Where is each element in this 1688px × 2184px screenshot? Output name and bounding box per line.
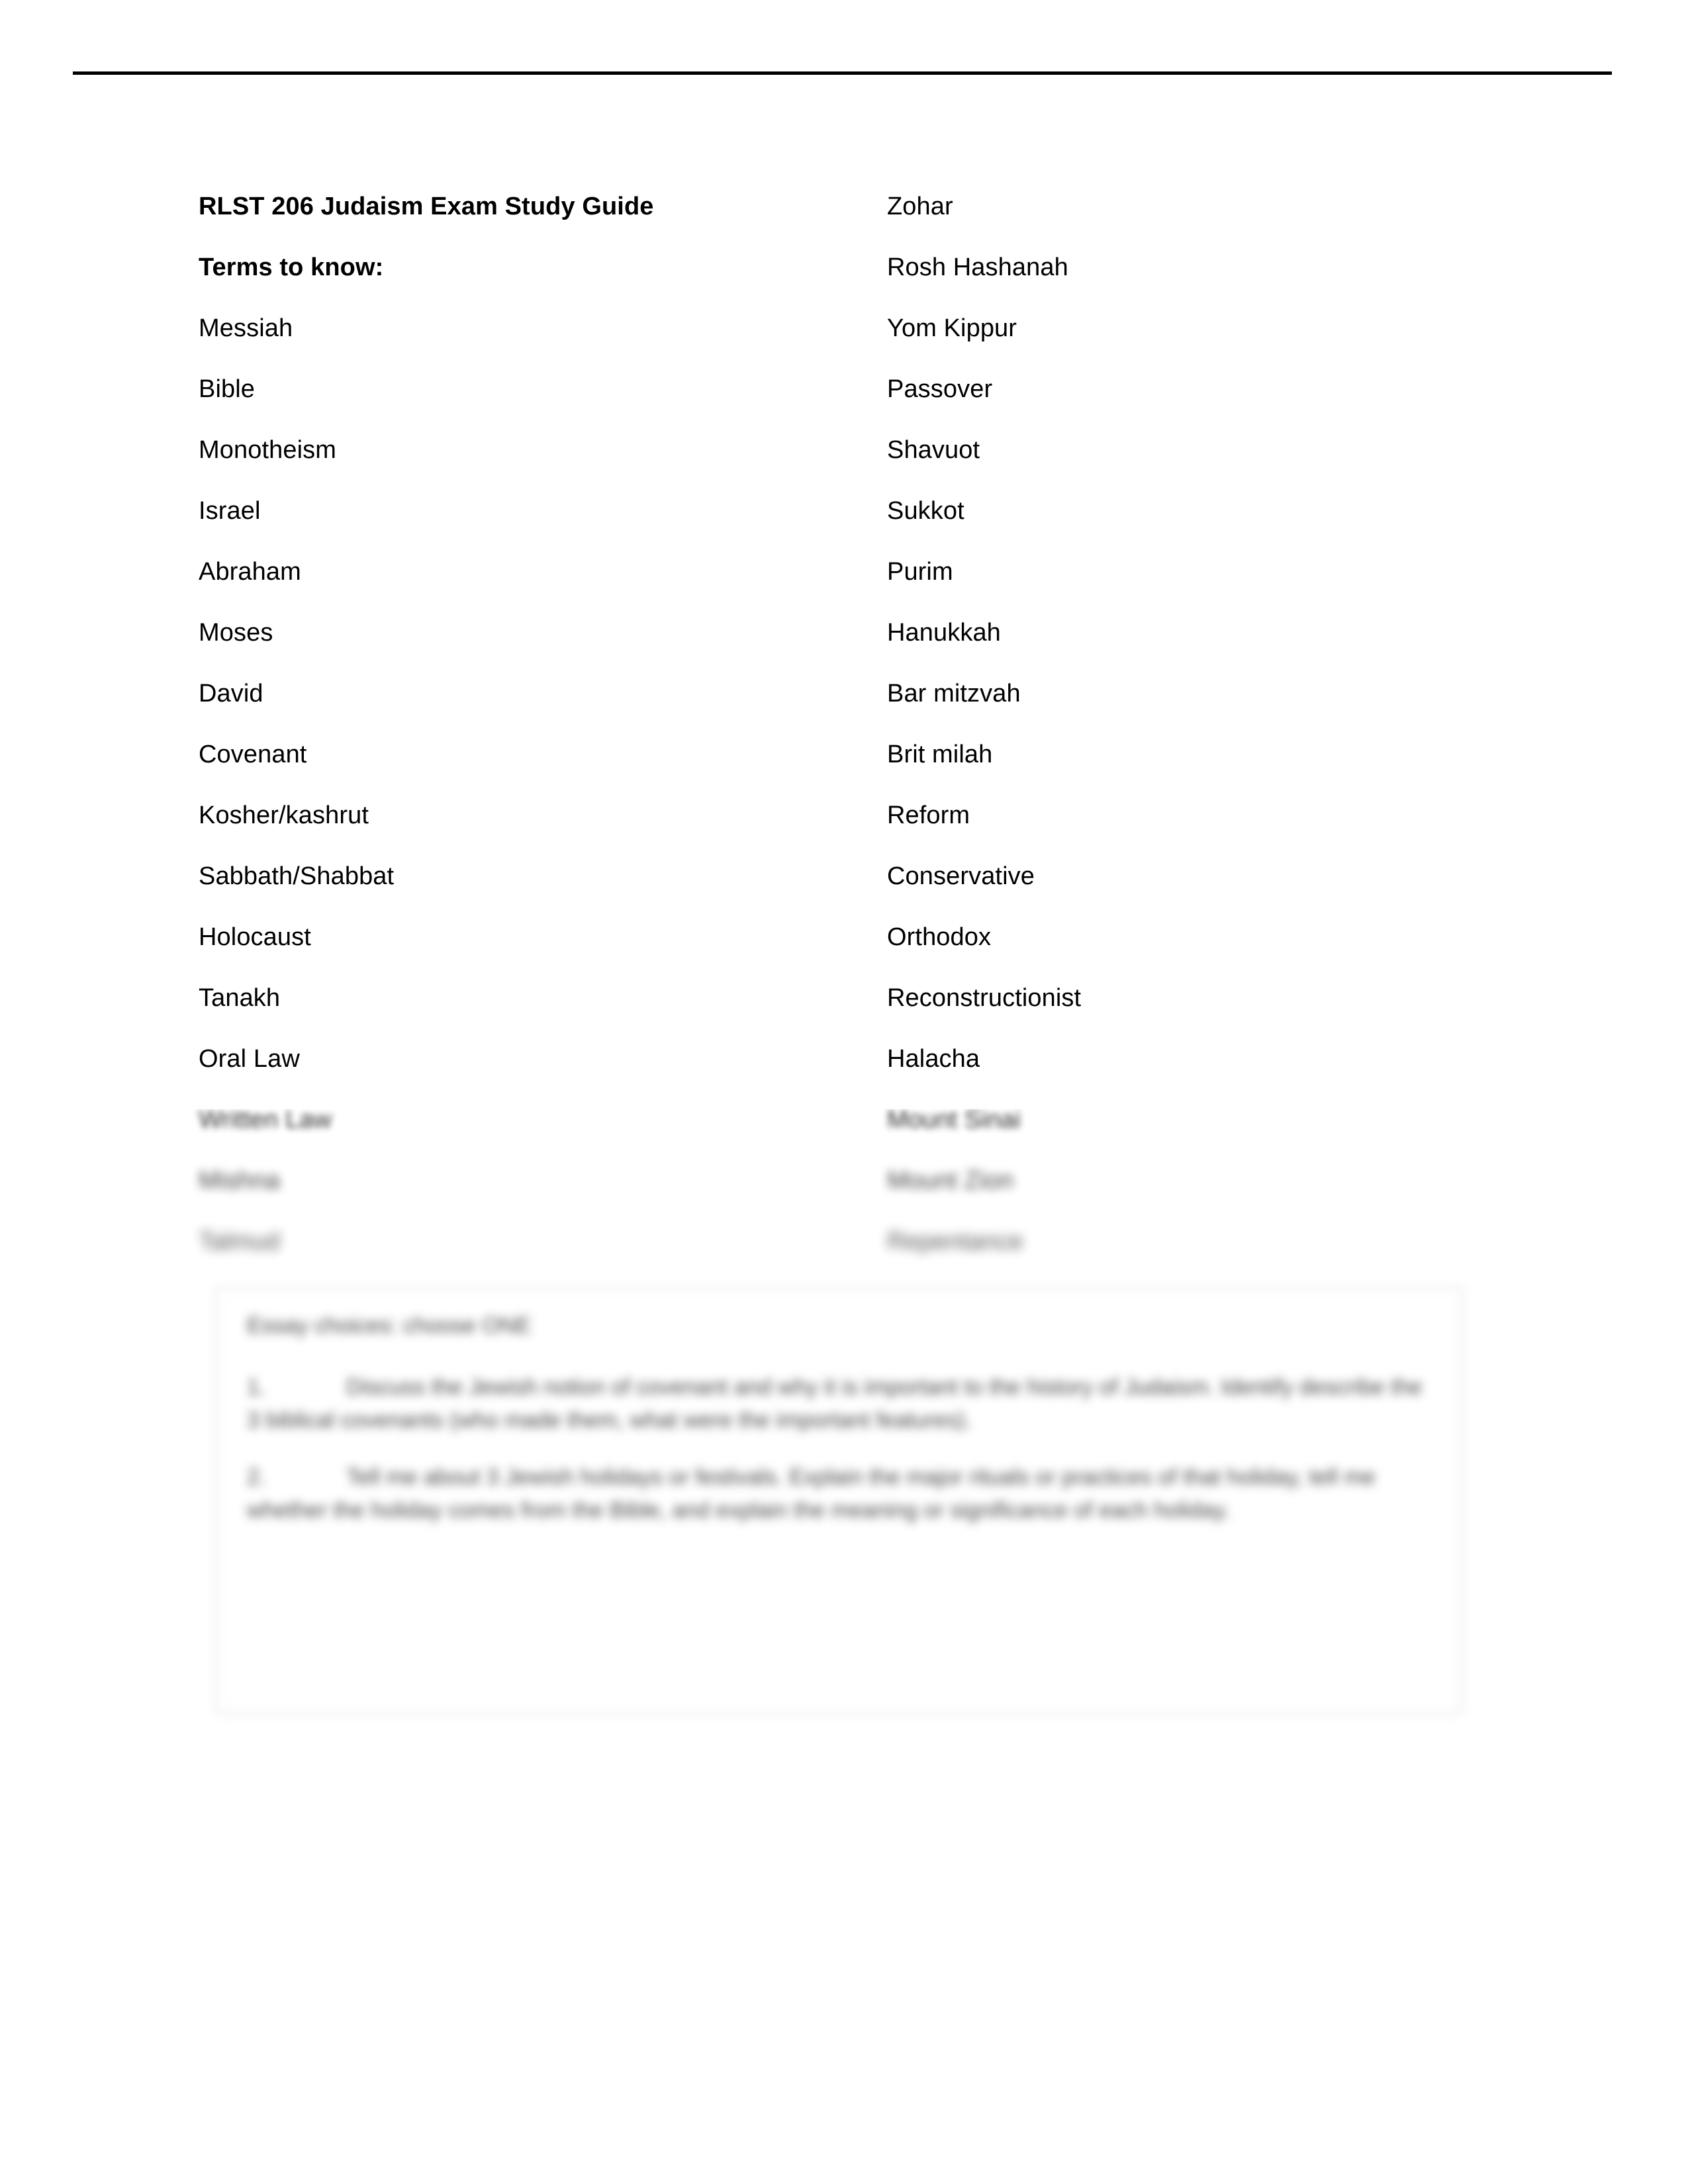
term-item: Rosh Hashanah	[887, 253, 1068, 281]
term-item: Repentance	[887, 1228, 1023, 1255]
header-divider-rule	[73, 71, 1612, 75]
term-item: Covenant	[199, 741, 307, 768]
term-item: Sabbath/Shabbat	[199, 862, 395, 890]
term-item: Abraham	[199, 558, 301, 586]
term-item: Hanukkah	[887, 619, 1001, 647]
essay-prompt-box: Essay choices: choose ONE 1. Discuss the …	[215, 1287, 1463, 1714]
term-item: Mount Sinai	[887, 1106, 1021, 1134]
term-item: Monotheism	[199, 436, 336, 464]
term-item: Reconstructionist	[887, 984, 1082, 1012]
term-item: David	[199, 680, 263, 707]
term-item: Israel	[199, 497, 261, 525]
term-item: Orthodox	[887, 923, 992, 951]
term-item: Yom Kippur	[887, 314, 1017, 342]
term-item: Bible	[199, 375, 255, 403]
essay-option: 1. Discuss the Jewish notion of covenant …	[247, 1371, 1431, 1437]
term-item: Shavuot	[887, 436, 980, 464]
term-item: Sukkot	[887, 497, 964, 525]
term-item: Conservative	[887, 862, 1035, 890]
essay-option: 2. Tell me about 3 Jewish holidays or fes…	[247, 1461, 1431, 1527]
term-item: Moses	[199, 619, 273, 647]
term-item: Brit milah	[887, 741, 993, 768]
term-item: Purim	[887, 558, 953, 586]
section-heading: Terms to know:	[199, 253, 384, 281]
terms-column-right: Zohar Rosh Hashanah Yom Kippur Passover …	[887, 192, 1430, 1288]
term-item: Mount Zion	[887, 1167, 1014, 1195]
term-item: Zohar	[887, 193, 953, 220]
essay-box-heading: Essay choices: choose ONE	[247, 1313, 531, 1338]
document-page: RLST 206 Judaism Exam Study Guide Terms …	[0, 0, 1688, 2184]
essay-option-text: Discuss the Jewish notion of covenant an…	[247, 1375, 1423, 1433]
essay-option-number: 2.	[247, 1465, 266, 1490]
term-item: Talmud	[199, 1228, 281, 1255]
term-item: Holocaust	[199, 923, 311, 951]
essay-option-number: 1.	[247, 1375, 266, 1400]
term-item: Written Law	[199, 1106, 332, 1134]
essay-option-text: Tell me about 3 Jewish holidays or festi…	[247, 1465, 1376, 1523]
term-item: Kosher/kashrut	[199, 801, 369, 829]
term-item: Halacha	[887, 1045, 980, 1073]
term-item: Oral Law	[199, 1045, 300, 1073]
term-item: Tanakh	[199, 984, 281, 1012]
terms-column-left: RLST 206 Judaism Exam Study Guide Terms …	[199, 192, 741, 1288]
term-item: Mishna	[199, 1167, 281, 1195]
term-item: Bar mitzvah	[887, 680, 1021, 707]
term-item: Reform	[887, 801, 970, 829]
term-item: Passover	[887, 375, 993, 403]
page-title: RLST 206 Judaism Exam Study Guide	[199, 193, 654, 220]
term-item: Messiah	[199, 314, 293, 342]
